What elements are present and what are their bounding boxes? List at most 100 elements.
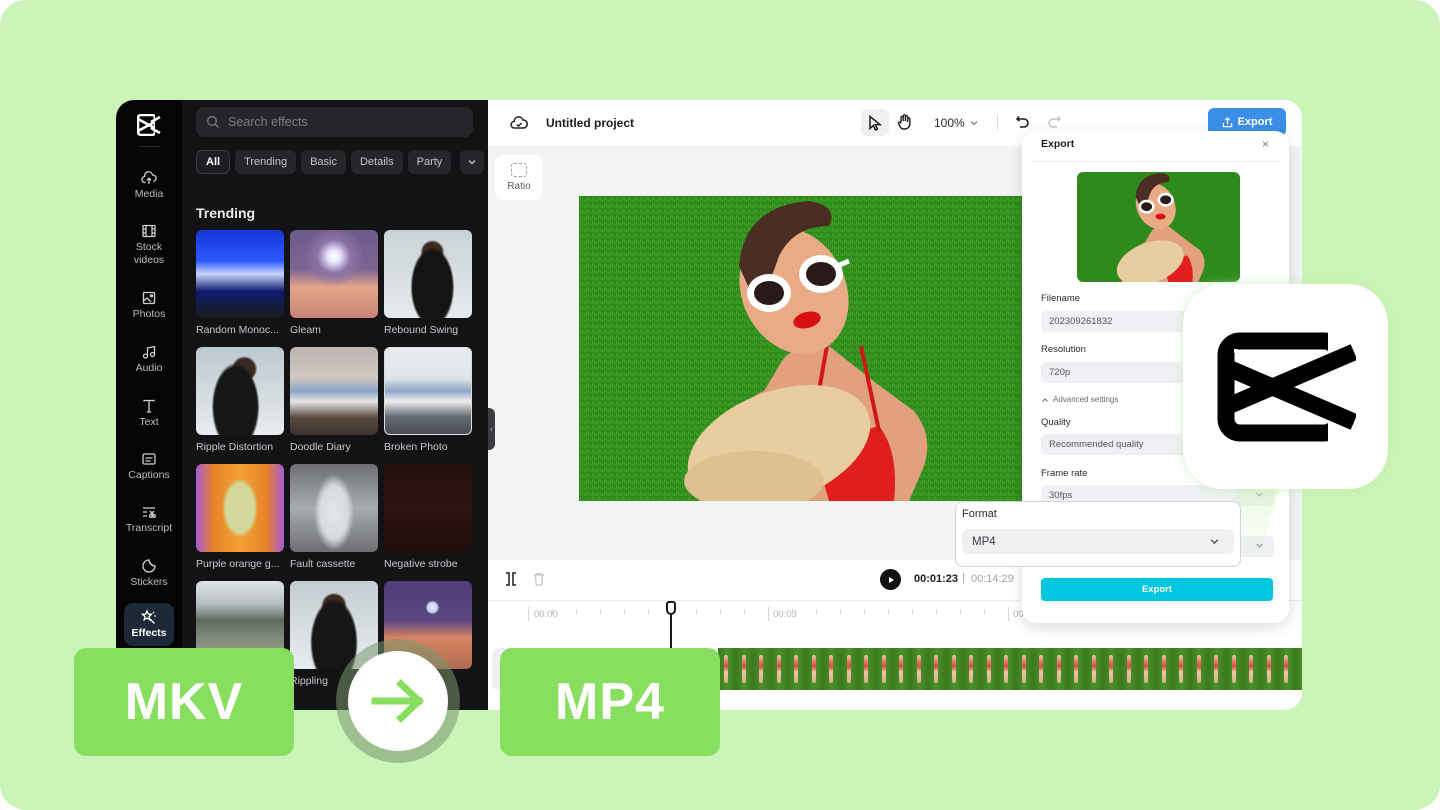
rail-item-effects[interactable]: Effects xyxy=(124,603,174,646)
effect-label: Fault cassette xyxy=(290,558,356,570)
sticker-icon xyxy=(142,559,156,573)
effect-thumbnail xyxy=(196,347,284,435)
ruler-tick xyxy=(528,607,529,621)
effect-tile[interactable]: Doodle Diary xyxy=(290,347,378,464)
chip-party[interactable]: Party xyxy=(407,150,452,174)
clip-frame xyxy=(1295,648,1302,690)
clip-frame xyxy=(945,648,963,690)
video-preview-canvas[interactable] xyxy=(579,196,1024,501)
ruler-label: 00:03 xyxy=(773,609,797,620)
zoom-level-dropdown[interactable]: 100% xyxy=(934,116,979,130)
effect-tile[interactable]: Fault cassette xyxy=(290,464,378,581)
rail-item-stock-videos[interactable]: Stock videos xyxy=(124,223,174,267)
redo-icon[interactable] xyxy=(1046,114,1062,130)
filename-value: 202309261832 xyxy=(1049,316,1113,327)
effect-tile[interactable]: Broken Photo xyxy=(384,347,472,464)
share-upload-icon xyxy=(1222,116,1232,127)
clip-frame xyxy=(910,648,928,690)
convert-arrow xyxy=(348,651,448,751)
clip-frame xyxy=(1103,648,1121,690)
effect-label: Negative strobe xyxy=(384,558,458,570)
select-tool-button[interactable] xyxy=(861,109,889,136)
collapse-panel-button[interactable]: ‹ xyxy=(488,408,495,450)
ratio-button[interactable]: Ratio xyxy=(495,155,543,200)
text-icon xyxy=(143,399,155,413)
trash-icon[interactable] xyxy=(533,572,545,586)
effect-tile[interactable]: Rebound Swing xyxy=(384,230,472,347)
chevron-down-icon xyxy=(468,160,476,165)
clip-frame xyxy=(1120,648,1138,690)
clip-frame xyxy=(753,648,771,690)
split-icon[interactable] xyxy=(505,572,517,586)
ruler-label: 00:00 xyxy=(534,609,558,620)
playhead-handle[interactable] xyxy=(666,601,676,615)
chip-basic[interactable]: Basic xyxy=(301,150,346,174)
clip-frame xyxy=(858,648,876,690)
search-effects-input[interactable]: Search effects xyxy=(196,107,473,137)
section-title-trending: Trending xyxy=(196,205,256,221)
dialog-export-button[interactable]: Export xyxy=(1041,578,1273,601)
capcut-logo-icon xyxy=(1217,331,1356,442)
chip-details[interactable]: Details xyxy=(350,150,403,174)
rail-item-stickers[interactable]: Stickers xyxy=(124,558,174,589)
clip-frame xyxy=(1033,648,1051,690)
clip-frame xyxy=(963,648,981,690)
effect-tile[interactable]: Gleam xyxy=(290,230,378,347)
format-label: Format xyxy=(962,508,997,520)
ruler-tick xyxy=(816,609,817,614)
effect-thumbnail xyxy=(290,230,378,318)
more-categories-button[interactable] xyxy=(460,150,485,174)
transcript-icon xyxy=(143,507,156,518)
format-select[interactable]: MP4 xyxy=(962,529,1234,554)
rail-item-text[interactable]: Text xyxy=(124,398,174,429)
clip-frame xyxy=(823,648,841,690)
close-icon[interactable]: × xyxy=(1262,137,1269,151)
project-title[interactable]: Untitled project xyxy=(546,116,634,130)
clip-frame xyxy=(1138,648,1156,690)
clip-frame xyxy=(1208,648,1226,690)
effect-tile[interactable]: Random Monoc... xyxy=(196,230,284,347)
ruler-tick xyxy=(624,609,625,614)
chip-trending[interactable]: Trending xyxy=(235,150,297,174)
effect-tile[interactable]: Negative strobe xyxy=(384,464,472,581)
effect-tile[interactable]: Ripple Distortion xyxy=(196,347,284,464)
advanced-settings-toggle[interactable]: Advanced settings xyxy=(1041,395,1118,404)
clip-frame xyxy=(1243,648,1261,690)
music-note-icon xyxy=(142,345,156,359)
cloud-sync-icon[interactable] xyxy=(510,114,528,132)
film-icon xyxy=(142,224,156,238)
effect-label: Broken Photo xyxy=(384,441,448,453)
ruler-tick xyxy=(840,609,841,614)
ruler-tick xyxy=(600,609,601,614)
effect-thumbnail xyxy=(196,230,284,318)
rail-item-media[interactable]: Media xyxy=(124,170,174,201)
play-button[interactable] xyxy=(880,569,901,590)
play-icon xyxy=(888,576,894,583)
ruler-tick xyxy=(768,607,769,621)
clip-frame xyxy=(980,648,998,690)
search-placeholder: Search effects xyxy=(228,115,308,129)
clip-frame xyxy=(1155,648,1173,690)
clip-frame xyxy=(1068,648,1086,690)
hand-tool-icon[interactable] xyxy=(896,113,914,131)
clip-frame xyxy=(840,648,858,690)
effect-label: Purple orange g... xyxy=(196,558,280,570)
clip-frame xyxy=(805,648,823,690)
aspect-ratio-icon xyxy=(511,163,527,177)
pointer-icon xyxy=(869,114,882,131)
rail-item-label: Text xyxy=(139,416,159,428)
rail-item-audio[interactable]: Audio xyxy=(124,344,174,375)
ruler-tick xyxy=(648,609,649,614)
video-track-clip[interactable] xyxy=(718,648,1302,690)
advanced-settings-label: Advanced settings xyxy=(1053,395,1119,404)
undo-icon[interactable] xyxy=(1015,114,1031,130)
effect-thumbnail xyxy=(196,464,284,552)
effect-thumbnail xyxy=(290,347,378,435)
effect-tile[interactable]: Purple orange g... xyxy=(196,464,284,581)
chip-all[interactable]: All xyxy=(196,150,231,174)
rail-item-photos[interactable]: Photos xyxy=(124,290,174,321)
rail-item-transcript[interactable]: Transcript xyxy=(124,504,174,535)
rail-item-captions[interactable]: Captions xyxy=(124,451,174,482)
effect-label: Ripple Distortion xyxy=(196,441,274,453)
clip-frame xyxy=(788,648,806,690)
